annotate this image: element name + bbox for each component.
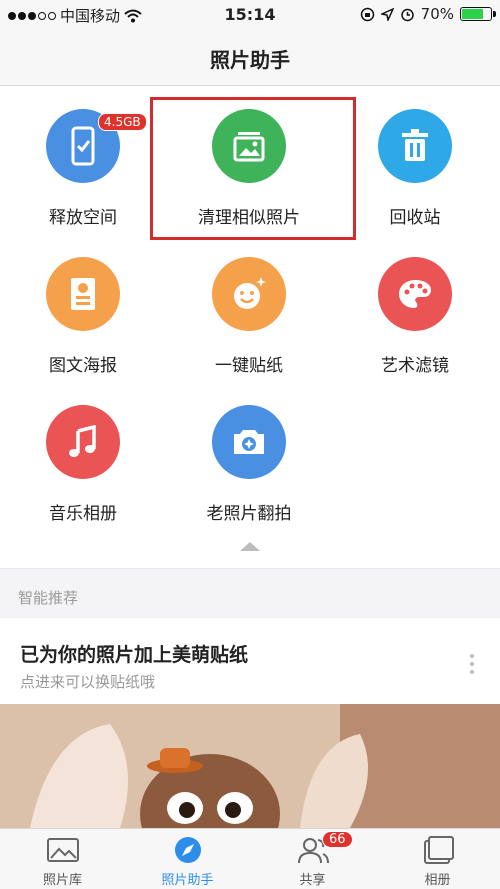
tool-clean-similar-photos[interactable]: 清理相似照片 <box>166 87 332 232</box>
tool-poster[interactable]: 图文海报 <box>0 235 166 380</box>
tool-label: 清理相似照片 <box>198 208 300 228</box>
recommend-card[interactable]: 已为你的照片加上美萌贴纸 点进来可以换贴纸哦 <box>0 618 500 704</box>
tool-art-filter[interactable]: 艺术滤镜 <box>332 235 498 380</box>
tool-label: 一键贴纸 <box>215 356 283 376</box>
tab-photo-assistant[interactable]: 照片助手 <box>125 829 250 889</box>
alarm-icon <box>400 8 414 21</box>
location-icon <box>380 7 394 21</box>
trash-icon <box>378 109 452 183</box>
status-icons: 70% <box>360 5 496 23</box>
tool-label: 回收站 <box>389 208 441 228</box>
battery-percent: 70% <box>420 5 454 23</box>
palette-icon <box>378 257 452 331</box>
section-title: 智能推荐 <box>18 589 79 607</box>
tab-label: 照片助手 <box>161 873 214 888</box>
tool-label: 释放空间 <box>49 208 117 228</box>
poster-icon <box>46 257 120 331</box>
rotation-lock-icon <box>360 7 374 21</box>
tool-free-space[interactable]: 4.5GB 释放空间 <box>0 87 166 232</box>
album-icon <box>424 836 454 864</box>
card-title: 已为你的照片加上美萌贴纸 <box>20 644 249 666</box>
share-count-badge: 66 <box>322 831 353 848</box>
photo-stack-icon <box>212 109 286 183</box>
music-note-icon <box>46 405 120 479</box>
status-bar: 中国移动 15:14 70% <box>0 0 500 30</box>
tab-label: 相册 <box>424 873 451 888</box>
tool-old-photo-scan[interactable]: 老照片翻拍 <box>166 383 332 528</box>
smiley-sticker-icon <box>212 257 286 331</box>
tool-label: 音乐相册 <box>49 504 117 524</box>
collapse-arrow-icon[interactable] <box>240 542 260 551</box>
tool-label: 图文海报 <box>49 356 117 376</box>
card-subtitle: 点进来可以换贴纸哦 <box>20 673 156 691</box>
navigation-bar: 照片助手 <box>0 30 500 86</box>
tool-sticker[interactable]: 一键贴纸 <box>166 235 332 380</box>
tab-share[interactable]: 66 共享 <box>250 829 375 889</box>
page-title: 照片助手 <box>210 48 290 72</box>
tool-music-album[interactable]: 音乐相册 <box>0 383 166 528</box>
recommend-section-header: 智能推荐 <box>0 568 500 618</box>
tool-label: 艺术滤镜 <box>381 356 449 376</box>
tool-grid: 4.5GB 释放空间 清理相似照片 回收站 图文海报 一键贴纸 艺术滤镜 音乐相… <box>0 87 500 562</box>
battery-icon <box>460 7 496 21</box>
tab-label: 照片库 <box>42 873 82 888</box>
tab-label: 共享 <box>299 873 326 888</box>
more-options-icon[interactable] <box>470 654 474 674</box>
tab-bar: 照片库 照片助手 66 共享 相册 <box>0 828 500 889</box>
tab-photo-library[interactable]: 照片库 <box>0 829 125 889</box>
tool-label: 老照片翻拍 <box>206 504 292 524</box>
camera-icon <box>212 405 286 479</box>
battery-level <box>462 9 483 19</box>
tool-recycle-bin[interactable]: 回收站 <box>332 87 498 232</box>
storage-badge: 4.5GB <box>98 113 147 131</box>
tab-album[interactable]: 相册 <box>375 829 500 889</box>
recommend-card-image[interactable] <box>0 704 500 828</box>
sticker-photo-illustration <box>0 704 500 828</box>
compass-icon <box>175 837 201 863</box>
photo-library-icon <box>47 838 79 862</box>
